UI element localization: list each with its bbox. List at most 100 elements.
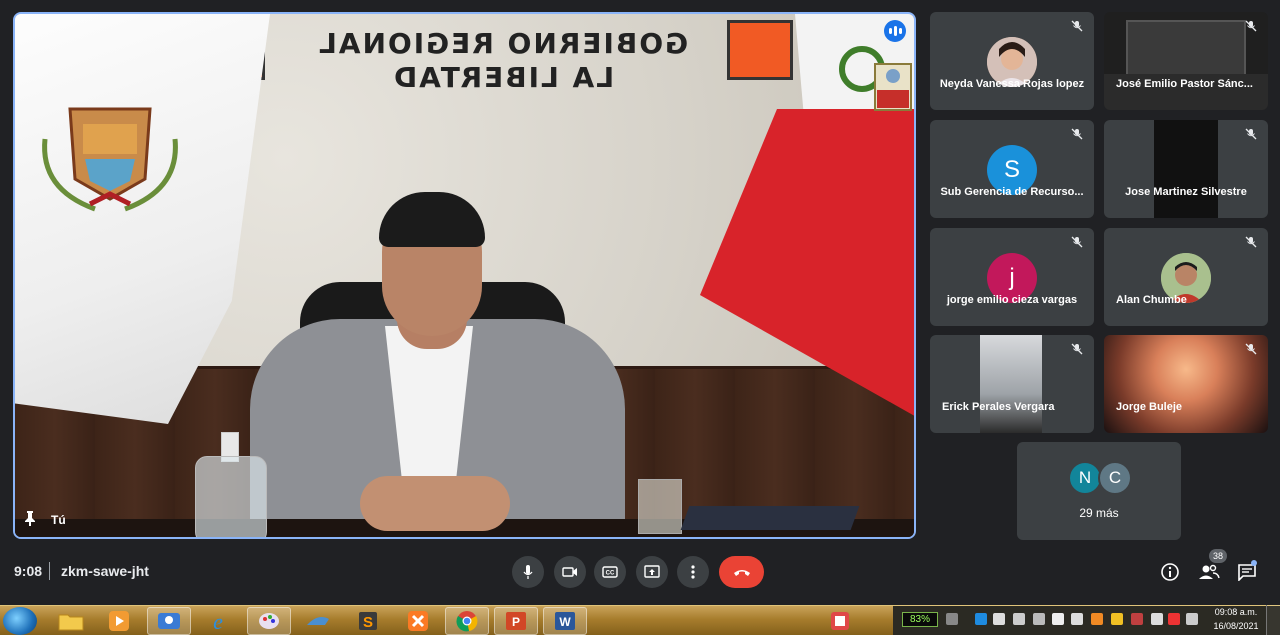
tray-app-icon[interactable] [1013, 613, 1025, 625]
tray-app-icon[interactable] [1111, 613, 1123, 625]
desk-folder [680, 506, 860, 530]
mic-icon [523, 565, 533, 579]
mic-off-icon [1242, 128, 1260, 146]
participant-tile-erick[interactable]: Erick Perales Vergara [930, 335, 1094, 433]
participant-tile-jorge-buleje[interactable]: Jorge Buleje [1104, 335, 1268, 433]
participant-name: José Emilio Pastor Sánc... [1116, 78, 1253, 90]
sanitizer-bottle [195, 456, 267, 537]
participant-tile-jose-martinez[interactable]: Jose Martinez Silvestre [1104, 120, 1268, 218]
participant-tile-jorge-emilio[interactable]: j jorge emilio cieza vargas [930, 228, 1094, 326]
svg-text:CC: CC [606, 571, 615, 577]
meeting-time: 9:08 [14, 563, 43, 579]
battery-indicator[interactable]: 83% [902, 612, 938, 627]
wall-sign: GOBIERNO REGIONAL LA LIBERTAD [283, 22, 723, 100]
tray-app-icon[interactable] [1131, 613, 1143, 625]
more-options-button[interactable] [677, 556, 709, 588]
sign-line-1: GOBIERNO REGIONAL [317, 27, 689, 60]
video-feed [1154, 120, 1218, 218]
clock-date[interactable]: 16/08/2021 [1210, 621, 1262, 631]
volume-icon[interactable] [1052, 613, 1064, 625]
mic-off-icon [1068, 20, 1086, 38]
orange-plate-right [727, 20, 793, 80]
pin-icon[interactable] [23, 510, 37, 529]
mic-off-icon [1068, 128, 1086, 146]
participant-tile-alan[interactable]: Alan Chumbe [1104, 228, 1268, 326]
svg-text:W: W [559, 615, 571, 629]
participant-tile-neyda[interactable]: Neyda Vanessa Rojas lopez [930, 12, 1094, 110]
participant-name: Jose Martinez Silvestre [1125, 186, 1247, 198]
sublime-text-icon[interactable]: S [346, 607, 390, 635]
present-button[interactable] [636, 556, 668, 588]
avatar: C [1098, 461, 1132, 495]
start-button[interactable] [3, 607, 37, 635]
zoom-meeting-app-icon[interactable] [147, 607, 191, 635]
tray-app-icon[interactable] [1151, 613, 1163, 625]
svg-text:P: P [512, 615, 520, 629]
participant-name: Sub Gerencia de Recurso... [940, 186, 1084, 198]
hang-up-icon [733, 570, 750, 576]
tray-app-icon[interactable] [1168, 613, 1180, 625]
mic-off-icon [1242, 236, 1260, 254]
meeting-details-button[interactable] [1158, 560, 1182, 584]
app-icon[interactable] [818, 607, 862, 635]
participant-count-badge: 38 [1209, 549, 1227, 563]
tray-app-icon[interactable] [1091, 613, 1103, 625]
more-participants-tile[interactable]: N C 29 más [1017, 442, 1181, 540]
file-explorer-icon[interactable] [49, 607, 93, 635]
powerpoint-icon[interactable]: P [494, 607, 538, 635]
tray-app-icon[interactable] [993, 613, 1005, 625]
tray-app-icon[interactable] [975, 613, 987, 625]
mic-off-icon [1068, 236, 1086, 254]
info-icon [1161, 563, 1179, 581]
more-count-label: 29 más [1079, 506, 1119, 520]
tray-app-icon[interactable] [1033, 613, 1045, 625]
divider [49, 562, 50, 580]
windows-taskbar: e S P W [0, 605, 1280, 635]
meeting-code: zkm-sawe-jht [61, 563, 149, 579]
network-icon[interactable] [1071, 613, 1083, 625]
participant-name: Jorge Buleje [1116, 401, 1183, 413]
show-desktop-button[interactable] [1266, 605, 1280, 635]
regional-coat-of-arms [42, 107, 178, 212]
water-glass [638, 479, 682, 534]
tray-app-icon[interactable] [1186, 613, 1198, 625]
avatar: N [1068, 461, 1102, 495]
camera-button[interactable] [554, 556, 586, 588]
video-monitor [1126, 20, 1246, 78]
participant-name: Alan Chumbe [1116, 294, 1187, 306]
self-label: Tú [51, 513, 66, 527]
svg-text:S: S [363, 614, 373, 631]
participant-name: Erick Perales Vergara [942, 401, 1055, 413]
power-icon[interactable] [946, 613, 958, 625]
present-screen-icon [644, 565, 660, 578]
participant-tile-sub-gerencia[interactable]: S Sub Gerencia de Recurso... [930, 120, 1094, 218]
participant-tile-jose-emilio[interactable]: José Emilio Pastor Sánc... [1104, 12, 1268, 110]
participant-name: jorge emilio cieza vargas [946, 294, 1078, 306]
people-icon [1199, 564, 1220, 579]
leave-call-button[interactable] [719, 556, 764, 588]
svg-text:e: e [213, 609, 223, 633]
video-feed [980, 335, 1042, 433]
mic-off-icon [1068, 343, 1086, 361]
speaker-hands [360, 476, 510, 531]
participant-name: Neyda Vanessa Rojas lopez [939, 78, 1085, 90]
main-video-feed[interactable]: GOBIERNO REGIONAL LA LIBERTAD Tú [13, 12, 916, 539]
video-camera-icon [562, 567, 577, 577]
clock-time[interactable]: 09:08 a.m. [1212, 607, 1260, 617]
microphone-button[interactable] [512, 556, 544, 588]
captions-button[interactable]: CC [594, 556, 626, 588]
mic-off-icon [1242, 343, 1260, 361]
people-button[interactable] [1197, 560, 1221, 584]
media-player-icon[interactable] [97, 607, 141, 635]
chrome-icon[interactable] [445, 607, 489, 635]
paint-app-icon[interactable] [247, 607, 291, 635]
word-icon[interactable]: W [543, 607, 587, 635]
xampp-icon[interactable] [396, 607, 440, 635]
peru-coat-of-arms [839, 46, 912, 111]
chat-notification-dot [1251, 560, 1257, 566]
speaking-indicator-icon [884, 20, 906, 42]
app-icon[interactable] [296, 607, 340, 635]
internet-explorer-icon[interactable]: e [196, 607, 240, 635]
more-vertical-icon [691, 565, 695, 579]
meeting-control-bar: 9:08 zkm-sawe-jht CC [0, 548, 1280, 598]
